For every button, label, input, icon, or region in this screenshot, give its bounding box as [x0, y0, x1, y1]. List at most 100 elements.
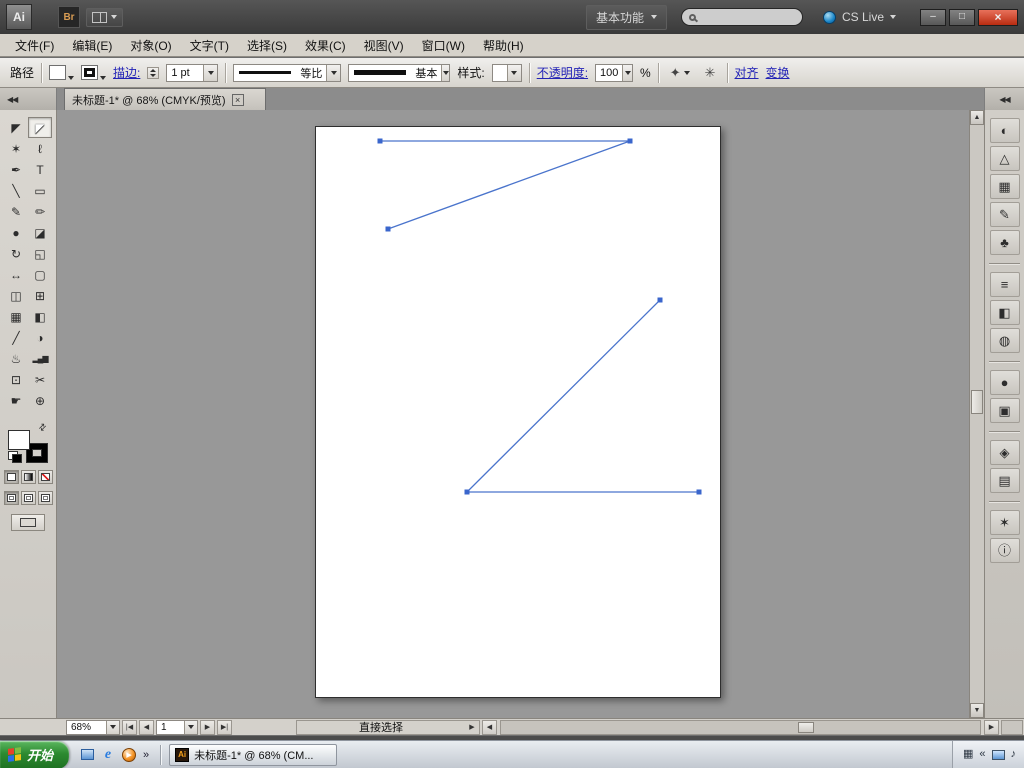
blob-brush-tool[interactable]: ●	[4, 222, 28, 243]
transparency-panel-button[interactable]: ◍	[989, 328, 1020, 353]
color-mode-button[interactable]	[3, 470, 19, 484]
slice-tool[interactable]: ✂	[28, 369, 52, 390]
canvas-pasteboard[interactable]	[57, 110, 969, 718]
horizontal-scroll-thumb[interactable]	[797, 721, 814, 733]
zoom-tool[interactable]: ⊕	[28, 390, 52, 411]
select-similar-button[interactable]: ✦	[666, 64, 694, 81]
anchor-point[interactable]	[696, 489, 702, 495]
volume-tray-icon[interactable]: ♪	[1011, 749, 1017, 760]
lasso-tool[interactable]: ℓ	[28, 138, 52, 159]
eyedropper-tool[interactable]: ╱	[4, 327, 28, 348]
bridge-icon[interactable]: Br	[58, 6, 80, 28]
gradient-tool[interactable]: ◧	[28, 306, 52, 327]
first-artboard-button[interactable]: |◀	[122, 719, 137, 735]
stroke-color-dropdown[interactable]	[81, 65, 107, 80]
info-panel-button[interactable]: ⓘ	[989, 538, 1020, 563]
column-graph-tool[interactable]: ▂▄▆	[28, 348, 52, 369]
scroll-left-button[interactable]: ◀	[482, 719, 497, 735]
brushes-panel-button[interactable]: ✎	[989, 202, 1020, 227]
menu-file[interactable]: 文件(F)	[6, 34, 63, 57]
shape-builder-tool[interactable]: ◫	[4, 285, 28, 306]
stroke-weight-combo[interactable]: 1 pt	[166, 63, 219, 82]
zoom-level-combo[interactable]: 68%	[66, 719, 120, 735]
draw-normal-button[interactable]	[3, 491, 19, 505]
keyboard-tray-icon[interactable]: ▦	[963, 749, 973, 760]
anchor-point[interactable]	[377, 138, 383, 144]
symbol-sprayer-tool[interactable]: ♨	[4, 348, 28, 369]
paintbrush-tool[interactable]: ✎	[4, 201, 28, 222]
appearance-panel-button[interactable]: ●	[989, 370, 1020, 395]
recolor-artwork-button[interactable]: ✳	[701, 64, 720, 81]
menu-help[interactable]: 帮助(H)	[474, 34, 533, 57]
menu-window[interactable]: 窗口(W)	[413, 34, 474, 57]
draw-behind-button[interactable]	[20, 491, 36, 505]
menu-effect[interactable]: 效果(C)	[296, 34, 355, 57]
width-tool[interactable]: ↔	[4, 264, 28, 285]
scroll-down-button[interactable]: ▼	[970, 703, 984, 718]
symbols-panel-button[interactable]: ♣	[989, 230, 1020, 255]
layers-panel-button[interactable]: ◈	[989, 440, 1020, 465]
taskbar-document-button[interactable]: Ai 未标题-1* @ 68% (CM...	[169, 743, 338, 766]
close-button[interactable]: ×	[978, 8, 1018, 26]
cs-live-button[interactable]: CS Live	[817, 7, 902, 27]
start-button[interactable]: 开始	[0, 740, 70, 768]
screen-mode-button[interactable]	[11, 514, 45, 531]
selection-tool[interactable]: ◤	[4, 117, 28, 138]
search-input[interactable]	[700, 11, 791, 23]
anchor-point[interactable]	[627, 138, 633, 144]
transform-link[interactable]: 变换	[766, 64, 790, 81]
scroll-up-button[interactable]: ▲	[970, 110, 984, 125]
media-player-button[interactable]: ▶	[120, 746, 138, 764]
stroke-panel-link[interactable]: 描边:	[113, 64, 140, 81]
menu-type[interactable]: 文字(T)	[181, 34, 238, 57]
swatches-panel-button[interactable]: ▦	[989, 174, 1020, 199]
magic-wand-tool[interactable]: ✶	[4, 138, 28, 159]
zigzag-path-top[interactable]	[380, 140, 631, 230]
anchor-point[interactable]	[385, 226, 391, 232]
document-tab[interactable]: 未标题-1* @ 68% (CMYK/预览) ×	[64, 88, 266, 110]
arrange-documents-button[interactable]	[86, 7, 123, 27]
stroke-weight-stepper[interactable]	[147, 66, 160, 79]
artboard-tool[interactable]: ⊡	[4, 369, 28, 390]
minimize-button[interactable]: –	[920, 8, 946, 26]
artboard[interactable]	[315, 126, 721, 698]
pencil-tool[interactable]: ✏	[28, 201, 52, 222]
pathfinder-panel-button[interactable]: ✶	[989, 510, 1020, 535]
swap-fill-stroke-icon[interactable]: ⇄	[37, 421, 50, 434]
vertical-scrollbar[interactable]: ▲ ▼	[969, 110, 984, 718]
align-link[interactable]: 对齐	[735, 64, 759, 81]
last-artboard-button[interactable]: ▶|	[217, 719, 232, 735]
search-box[interactable]	[680, 8, 803, 26]
graphic-style-combo[interactable]	[491, 63, 522, 82]
anchor-point[interactable]	[657, 297, 663, 303]
scroll-right-button[interactable]: ▶	[984, 719, 999, 735]
quick-launch-overflow-icon[interactable]: »	[141, 749, 151, 761]
none-mode-button[interactable]	[37, 470, 53, 484]
panel-dock-collapse[interactable]: ◀◀	[984, 88, 1024, 110]
scale-tool[interactable]: ◱	[28, 243, 52, 264]
color-panel-button[interactable]: ◐	[989, 118, 1020, 143]
hand-tool[interactable]: ☛	[4, 390, 28, 411]
status-menu-icon[interactable]: ▶	[465, 723, 479, 731]
show-desktop-button[interactable]	[78, 746, 96, 764]
brush-definition-combo[interactable]: 基本	[348, 63, 451, 82]
horizontal-scrollbar[interactable]	[500, 719, 981, 735]
type-tool[interactable]: T	[28, 159, 52, 180]
free-transform-tool[interactable]: ▢	[28, 264, 52, 285]
rotate-tool[interactable]: ↻	[4, 243, 28, 264]
fill-color-indicator[interactable]	[8, 430, 30, 450]
graphic-styles-panel-button[interactable]: ▣	[989, 398, 1020, 423]
draw-inside-button[interactable]	[37, 491, 53, 505]
restore-button[interactable]: □	[949, 8, 975, 26]
pen-tool[interactable]: ✒	[4, 159, 28, 180]
mesh-tool[interactable]: ▦	[4, 306, 28, 327]
fill-color-dropdown[interactable]	[49, 65, 75, 80]
artboards-panel-button[interactable]: ▤	[989, 468, 1020, 493]
menu-edit[interactable]: 编辑(E)	[63, 34, 121, 57]
menu-object[interactable]: 对象(O)	[121, 34, 180, 57]
blend-tool[interactable]: ◑	[28, 327, 52, 348]
gradient-panel-button[interactable]: ◧	[989, 300, 1020, 325]
anchor-point[interactable]	[464, 489, 470, 495]
opacity-combo[interactable]: 100	[595, 63, 634, 82]
rectangle-tool[interactable]: ▭	[28, 180, 52, 201]
